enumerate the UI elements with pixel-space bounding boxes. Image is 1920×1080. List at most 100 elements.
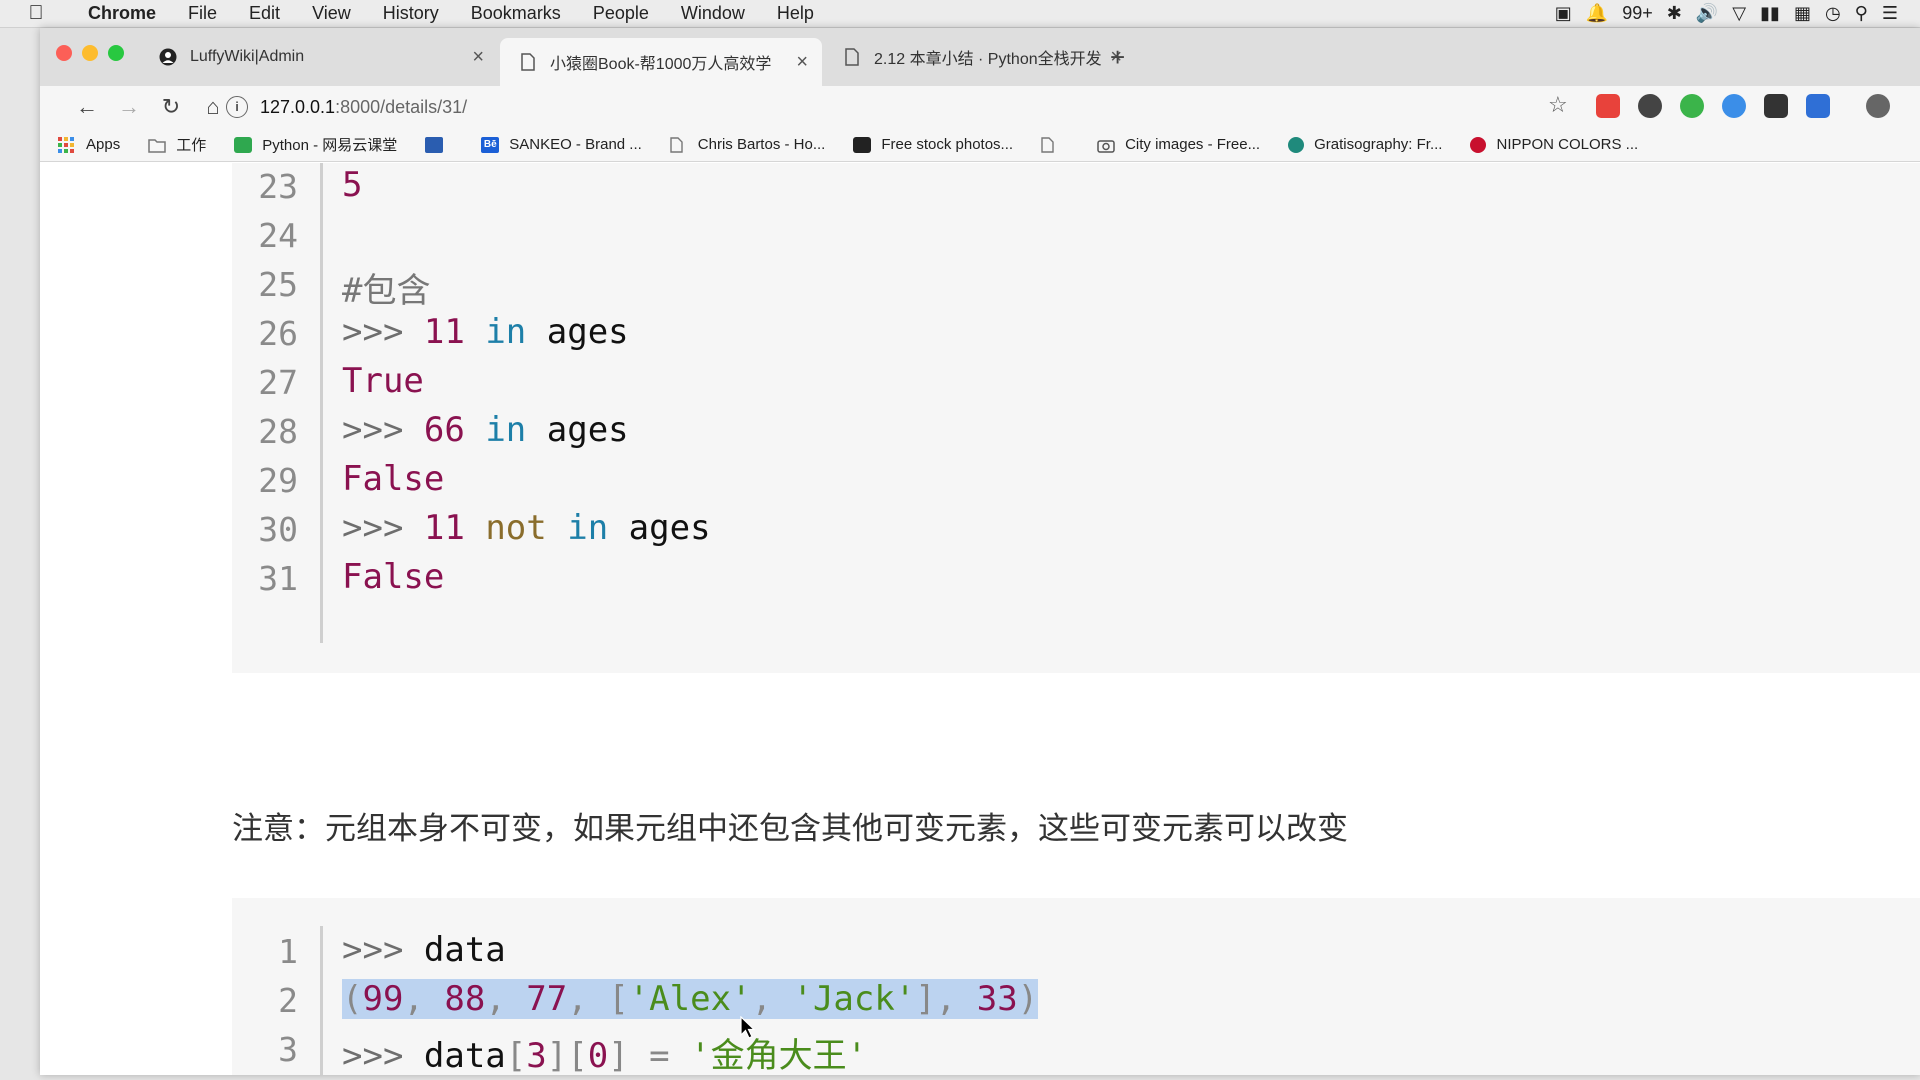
code-text[interactable]: >>> 11 not in ages	[342, 508, 711, 548]
tab-python-summary[interactable]: 2.12 本章小结 · Python全栈开发 ×	[824, 36, 1136, 78]
notification-center-icon[interactable]: ☰	[1882, 3, 1898, 24]
apple-menu-icon[interactable]: 	[0, 2, 72, 25]
code-token: >>>	[342, 312, 424, 352]
code-line: >>> 66 in ages	[342, 410, 629, 450]
line-number: 25	[258, 265, 298, 304]
code-token: ][	[546, 1036, 588, 1075]
extension-fe-icon[interactable]	[1596, 94, 1620, 118]
bookmark-nippon-colors[interactable]: NIPPON COLORS ...	[1470, 136, 1638, 153]
avatar-icon	[158, 47, 178, 67]
bookmark-label: SANKEO - Brand ...	[509, 136, 642, 153]
menu-help[interactable]: Help	[761, 3, 830, 24]
code-text[interactable]: >>> data[3][0] = '金角大王'	[342, 1036, 867, 1075]
code-token: 11	[423, 508, 465, 548]
code-text[interactable]: #包含	[342, 271, 430, 311]
menu-app-name[interactable]: Chrome	[72, 3, 172, 24]
code-token: 77	[526, 979, 568, 1019]
clock-icon[interactable]: ◷	[1825, 3, 1841, 24]
screen-record-icon[interactable]: ▣	[1555, 3, 1572, 24]
menu-window[interactable]: Window	[665, 3, 761, 24]
url-path: :8000/details/31/	[335, 96, 468, 117]
volume-icon[interactable]: 🔊	[1696, 3, 1718, 24]
menu-bookmarks[interactable]: Bookmarks	[455, 3, 577, 24]
bookmark-label: Apps	[86, 136, 121, 153]
extension-blue-icon[interactable]	[1722, 94, 1746, 118]
profile-avatar-icon[interactable]	[1866, 94, 1890, 118]
site-info-icon[interactable]: i	[226, 96, 248, 118]
bookmark-chris-bartos[interactable]: Chris Bartos - Ho...	[670, 136, 825, 153]
browser-window: LuffyWiki|Admin × 小猿圈Book-帮1000万人高效学 × 2…	[40, 28, 1920, 1075]
notification-bell-icon[interactable]: 🔔	[1586, 3, 1608, 24]
bookmark-label: NIPPON COLORS ...	[1496, 136, 1639, 153]
close-window-button[interactable]	[56, 45, 72, 61]
code-text[interactable]: False	[342, 459, 444, 499]
code-block: 23 5 24 25 #包含 26 >>> 11 in ages 27 True 28 >>> 66…	[232, 163, 1920, 673]
macos-menu-bar:  Chrome File Edit View History Bookmark…	[0, 0, 1920, 28]
code-text[interactable]: 5	[342, 165, 362, 205]
bookmark-city-images[interactable]: City images - Free...	[1097, 136, 1260, 153]
spotlight-search-icon[interactable]: ⚲	[1855, 3, 1868, 24]
code-token: in	[485, 312, 527, 352]
code-line: (99, 88, 77, ['Alex', 'Jack'], 33)	[342, 979, 1039, 1019]
extensions-area	[1596, 94, 1890, 118]
close-tab-icon[interactable]: ×	[796, 51, 808, 74]
menu-edit[interactable]: Edit	[233, 3, 296, 24]
code-token: data	[423, 1036, 506, 1075]
tab-strip: LuffyWiki|Admin × 小猿圈Book-帮1000万人高效学 × 2…	[40, 28, 1920, 86]
mail-icon	[425, 136, 444, 153]
forward-arrow-icon[interactable]: →	[108, 94, 150, 120]
code-token: data	[423, 930, 506, 970]
zoom-window-button[interactable]	[108, 45, 124, 61]
close-tab-icon[interactable]: ×	[472, 46, 484, 69]
code-line: >>> data[3][0] = '金角大王'	[342, 1028, 867, 1075]
extension-more-icon[interactable]	[1764, 94, 1788, 118]
code-token: not	[485, 508, 547, 548]
code-text[interactable]: >>> 66 in ages	[342, 410, 629, 450]
bookmark-blank-page[interactable]	[1041, 136, 1069, 153]
wifi-icon[interactable]: ▽	[1732, 3, 1746, 24]
extension-circle-icon[interactable]	[1638, 94, 1662, 118]
code-text[interactable]: >>> 11 in ages	[342, 312, 629, 352]
code-token: ,	[403, 979, 445, 1019]
menu-view[interactable]: View	[296, 3, 367, 24]
bookmark-label: City images - Free...	[1125, 136, 1261, 153]
menu-people[interactable]: People	[577, 3, 665, 24]
tab-xiaoyuanquan-book[interactable]: 小猿圈Book-帮1000万人高效学 ×	[500, 38, 822, 86]
code-text[interactable]: False	[342, 557, 444, 597]
bookmark-gratisography[interactable]: Gratisography: Fr...	[1288, 136, 1442, 153]
code-text[interactable]: >>> data	[342, 930, 506, 970]
bookmark-sankeo[interactable]: Bē SANKEO - Brand ...	[481, 136, 642, 153]
reload-icon[interactable]: ↻	[150, 94, 192, 120]
bluetooth-icon[interactable]: ✱	[1667, 3, 1682, 24]
bookmark-python-163[interactable]: Python - 网易云课堂	[234, 134, 397, 155]
red-circle-icon	[1470, 136, 1487, 153]
menu-file[interactable]: File	[172, 3, 233, 24]
extension-evernote-icon[interactable]	[1680, 94, 1704, 118]
back-arrow-icon[interactable]: ←	[66, 94, 108, 120]
minimize-window-button[interactable]	[82, 45, 98, 61]
tab-luffywiki[interactable]: LuffyWiki|Admin ×	[140, 36, 498, 78]
code-text[interactable]: True	[342, 361, 424, 401]
bookmark-mail[interactable]	[425, 136, 453, 153]
menu-history[interactable]: History	[367, 3, 455, 24]
code-token: False	[342, 459, 445, 499]
input-method-icon[interactable]: ▦	[1794, 3, 1811, 24]
leaf-icon	[234, 136, 253, 153]
line-number: 31	[258, 559, 298, 598]
bookmark-folder-work[interactable]: 工作	[148, 134, 206, 155]
code-line: False	[342, 459, 444, 499]
bookmark-star-icon[interactable]: ☆	[1548, 92, 1568, 118]
code-token: >>>	[342, 930, 424, 970]
address-bar[interactable]: i 127.0.0.1:8000/details/31/	[226, 92, 1606, 122]
bookmark-free-stock[interactable]: Free stock photos...	[853, 136, 1013, 153]
selected-code-text[interactable]: (99, 88, 77, ['Alex', 'Jack'], 33)	[342, 979, 1039, 1019]
code-token: ages	[526, 312, 629, 352]
new-tab-button[interactable]: +	[1110, 42, 1125, 73]
bookmark-apps[interactable]: Apps	[58, 136, 120, 153]
extension-translate-icon[interactable]	[1806, 94, 1830, 118]
battery-icon[interactable]: ▮▮	[1760, 3, 1780, 24]
page-content: 23 5 24 25 #包含 26 >>> 11 in ages 27 True 28 >>> 66…	[40, 163, 1920, 1075]
code-token: #包含	[342, 271, 431, 311]
code-token: 5	[342, 165, 363, 205]
